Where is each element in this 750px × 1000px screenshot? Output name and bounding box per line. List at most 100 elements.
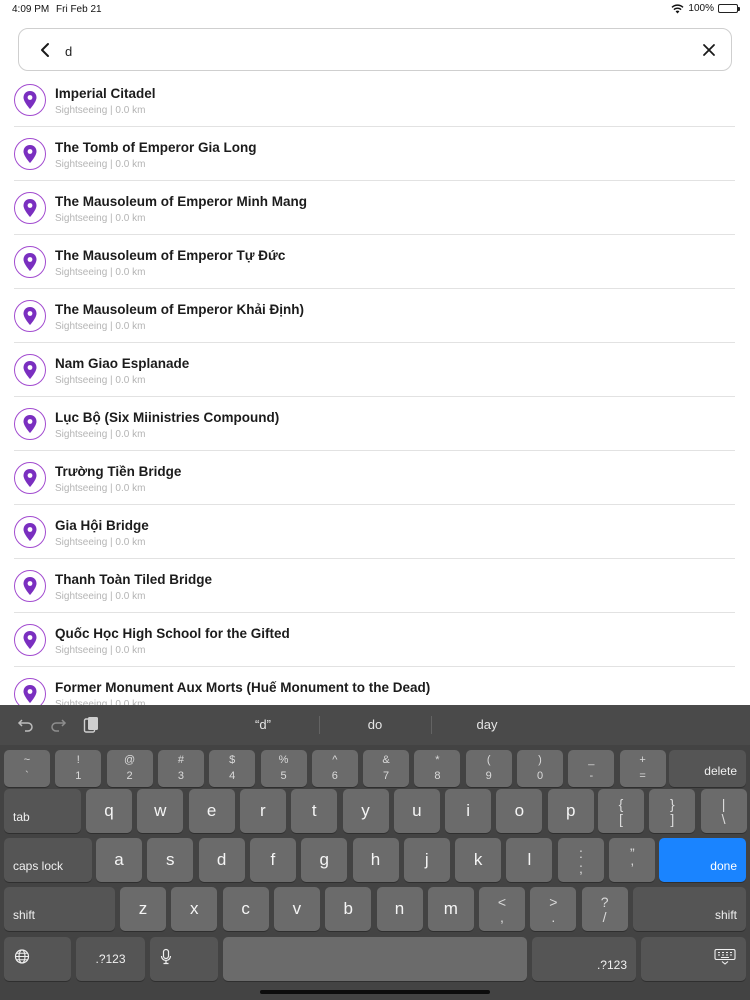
result-item[interactable]: The Mausoleum of Emperor Tự Đức Sightseei… xyxy=(14,235,735,289)
result-item[interactable]: Trường Tiền Bridge Sightseeing | 0.0 km xyxy=(14,451,735,505)
result-item[interactable]: Nam Giao Esplanade Sightseeing | 0.0 km xyxy=(14,343,735,397)
result-item[interactable]: The Tomb of Emperor Gia Long Sightseeing … xyxy=(14,127,735,181)
result-title: Trường Tiền Bridge xyxy=(55,464,182,479)
suggestion-2[interactable]: do xyxy=(320,717,430,732)
key-p[interactable]: p xyxy=(547,789,594,833)
key-num[interactable]: @2 xyxy=(106,750,153,787)
hide-keyboard-key[interactable] xyxy=(641,937,746,981)
keyboard: “d” do day ~ `! 1 @2 #3 $4% 5 ^ 6 & 7 * 8(9) 0 _ - + = del… xyxy=(0,705,750,1000)
result-item[interactable]: Quốc Học High School for the Gifted Sight… xyxy=(14,613,735,667)
key-w[interactable]: w xyxy=(137,789,184,833)
key-num[interactable]: * 8 xyxy=(414,750,461,787)
key-d[interactable]: d xyxy=(198,838,245,882)
key-s[interactable]: s xyxy=(147,838,194,882)
status-time: 4:09 PM xyxy=(12,4,50,15)
location-pin-icon xyxy=(14,84,46,116)
result-title: Gia Hội Bridge xyxy=(55,518,149,533)
key-num[interactable]: ) 0 xyxy=(517,750,563,787)
key-x[interactable]: x xyxy=(171,887,218,931)
status-date: Fri Feb 21 xyxy=(56,4,102,15)
result-item[interactable]: Thanh Toàn Tiled Bridge Sightseeing | 0.0… xyxy=(14,559,735,613)
result-title: Thanh Toàn Tiled Bridge xyxy=(55,572,213,587)
shift-right-key[interactable]: shift xyxy=(633,887,746,931)
key-g[interactable]: g xyxy=(301,838,348,882)
space-key[interactable] xyxy=(223,937,527,981)
key-l[interactable]: l xyxy=(506,838,553,882)
key-i[interactable]: i xyxy=(445,789,492,833)
result-subtitle: Sightseeing | 0.0 km xyxy=(55,537,146,548)
back-button[interactable] xyxy=(33,38,57,62)
key-h[interactable]: h xyxy=(352,838,399,882)
shift-left-key[interactable]: shift xyxy=(4,887,115,931)
key-symbol[interactable]: <, xyxy=(479,887,525,931)
suggestion-3[interactable]: day xyxy=(432,717,542,732)
key-t[interactable]: t xyxy=(291,789,338,833)
key-o[interactable]: o xyxy=(496,789,543,833)
done-key[interactable]: done xyxy=(659,838,746,882)
key-symbol[interactable]: >. xyxy=(530,887,577,931)
key-num[interactable]: + = xyxy=(619,750,666,787)
result-title: Former Monument Aux Morts (Huế Monument … xyxy=(55,680,431,695)
search-bar xyxy=(18,28,732,71)
key-symbol[interactable]: | \ xyxy=(700,789,747,833)
key-j[interactable]: j xyxy=(403,838,450,882)
delete-key[interactable]: delete xyxy=(669,750,746,787)
redo-icon[interactable] xyxy=(48,715,68,735)
key-a[interactable]: a xyxy=(96,838,142,882)
key-num[interactable]: $4 xyxy=(209,750,256,787)
result-subtitle: Sightseeing | 0.0 km xyxy=(55,105,146,116)
key-q[interactable]: q xyxy=(86,789,132,833)
key-symbol[interactable]: ? / xyxy=(581,887,628,931)
key-symbol[interactable]: :; xyxy=(558,838,604,882)
result-subtitle: Sightseeing | 0.0 km xyxy=(55,267,146,278)
key-v[interactable]: v xyxy=(273,887,320,931)
globe-icon xyxy=(14,949,30,970)
key-symbol[interactable]: ”’ xyxy=(609,838,656,882)
key-num[interactable]: & 7 xyxy=(363,750,410,787)
result-subtitle: Sightseeing | 0.0 km xyxy=(55,429,146,440)
result-item[interactable]: Lục Bộ (Six Miinistries Compound) Sightse… xyxy=(14,397,735,451)
key-c[interactable]: c xyxy=(222,887,269,931)
tab-key[interactable]: tab xyxy=(4,789,81,833)
location-pin-icon xyxy=(14,300,46,332)
result-item[interactable]: Imperial Citadel Sightseeing | 0.0 km xyxy=(14,73,735,127)
key-n[interactable]: n xyxy=(376,887,423,931)
key-e[interactable]: e xyxy=(188,789,235,833)
key-num[interactable]: ~ ` xyxy=(4,750,50,787)
suggestion-1[interactable]: “d” xyxy=(208,717,318,732)
key-num[interactable]: (9 xyxy=(465,750,512,787)
undo-icon[interactable] xyxy=(16,715,36,735)
dictation-key[interactable] xyxy=(150,937,218,981)
result-item[interactable]: The Mausoleum of Emperor Minh Mang Sights… xyxy=(14,181,735,235)
result-title: The Mausoleum of Emperor Minh Mang xyxy=(55,194,308,209)
result-item[interactable]: Former Monument Aux Morts (Huế Monument … xyxy=(14,667,735,705)
caps-lock-key[interactable]: caps lock xyxy=(4,838,92,882)
result-subtitle: Sightseeing | 0.0 km xyxy=(55,483,146,494)
globe-key[interactable] xyxy=(4,937,71,981)
key-symbol[interactable]: }] xyxy=(649,789,696,833)
numbers-left-key[interactable]: .?123 xyxy=(76,937,145,981)
result-item[interactable]: The Mausoleum of Emperor Khải Định) Sight… xyxy=(14,289,735,343)
key-num[interactable]: _ - xyxy=(568,750,615,787)
result-title: The Tomb of Emperor Gia Long xyxy=(55,140,257,155)
key-num[interactable]: % 5 xyxy=(260,750,307,787)
key-z[interactable]: z xyxy=(120,887,166,931)
close-icon xyxy=(703,44,715,56)
key-num[interactable]: #3 xyxy=(157,750,204,787)
key-m[interactable]: m xyxy=(427,887,474,931)
numbers-right-key[interactable]: .?123 xyxy=(532,937,636,981)
key-num[interactable]: ! 1 xyxy=(55,750,102,787)
paste-icon[interactable] xyxy=(81,715,101,735)
key-f[interactable]: f xyxy=(249,838,296,882)
key-num[interactable]: ^ 6 xyxy=(311,750,358,787)
key-symbol[interactable]: {[ xyxy=(598,789,644,833)
clear-search-button[interactable] xyxy=(697,38,721,62)
result-item[interactable]: Gia Hội Bridge Sightseeing | 0.0 km xyxy=(14,505,735,559)
search-input[interactable] xyxy=(65,43,665,59)
key-k[interactable]: k xyxy=(455,838,502,882)
key-r[interactable]: r xyxy=(239,789,286,833)
key-y[interactable]: y xyxy=(342,789,389,833)
key-u[interactable]: u xyxy=(393,789,440,833)
key-b[interactable]: b xyxy=(325,887,372,931)
result-subtitle: Sightseeing | 0.0 km xyxy=(55,591,146,602)
